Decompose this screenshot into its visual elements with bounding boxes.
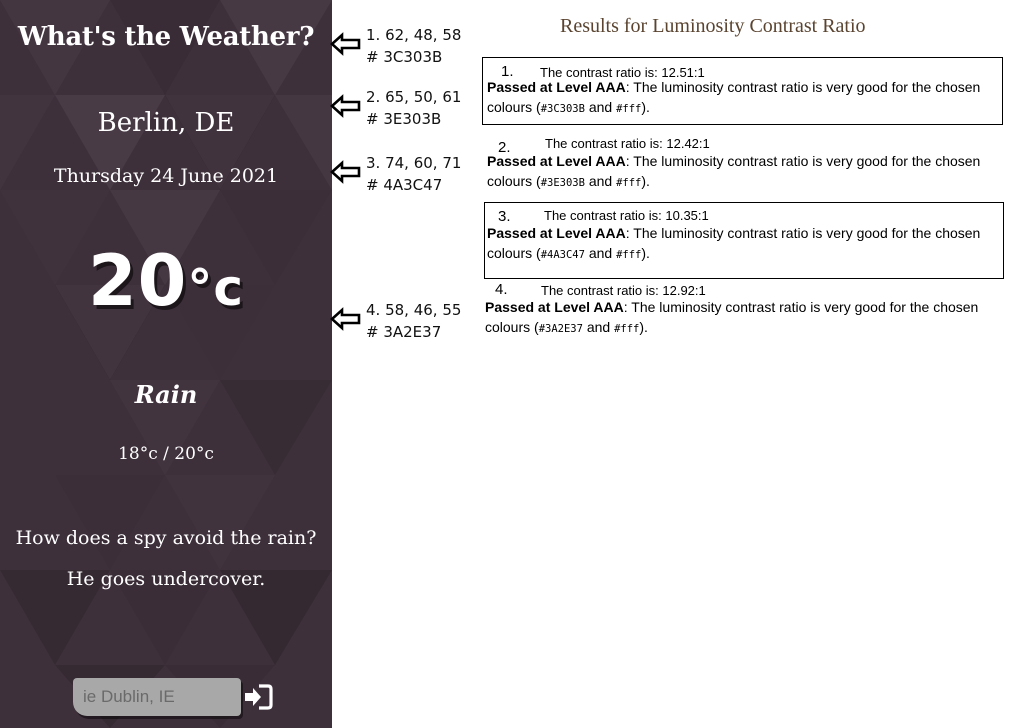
results-title: Results for Luminosity Contrast Ratio — [560, 15, 866, 37]
weather-condition: Rain — [134, 380, 198, 409]
temperature-display: 20°c — [0, 240, 332, 322]
background-code: #3A2E37 — [538, 323, 583, 335]
left-arrow-icon — [330, 94, 361, 118]
contrast-ratio: The contrast ratio is: 12.42:1 — [545, 136, 710, 151]
swatch-hex: # 3C303B — [366, 48, 443, 66]
temperature-value: 20 — [87, 240, 188, 322]
swatch-hex: # 4A3C47 — [366, 176, 443, 194]
swatch-hex: # 3E303B — [366, 110, 442, 128]
result-item-2: 2. The contrast ratio is: 12.42:1 Passed… — [482, 133, 1003, 195]
left-arrow-icon — [330, 307, 361, 331]
left-arrow-icon — [330, 160, 361, 184]
passed-label: Passed at Level AAA — [487, 225, 626, 241]
left-arrow-icon — [330, 32, 361, 56]
current-date: Thursday 24 June 2021 — [53, 165, 279, 187]
passed-label: Passed at Level AAA — [487, 79, 626, 95]
swatch-rgb: 1. 62, 48, 58 — [366, 26, 462, 44]
swatch-rgb: 3. 74, 60, 71 — [366, 154, 462, 172]
city-search-form — [73, 678, 273, 716]
foreground-code: #fff — [614, 323, 640, 335]
sign-in-icon[interactable] — [243, 683, 273, 711]
result-message: Passed at Level AAA: The luminosity cont… — [485, 299, 979, 335]
passed-label: Passed at Level AAA — [487, 153, 626, 169]
contrast-ratio: The contrast ratio is: 12.92:1 — [541, 283, 706, 298]
passed-label: Passed at Level AAA — [485, 299, 624, 315]
city-search-input[interactable] — [73, 678, 241, 716]
foreground-code: #fff — [616, 177, 642, 189]
swatch-rgb: 4. 58, 46, 55 — [366, 301, 462, 319]
result-message: Passed at Level AAA: The luminosity cont… — [487, 79, 981, 115]
city-name: Berlin, DE — [97, 108, 235, 138]
result-number: 4. — [495, 281, 508, 298]
swatch-rgb: 2. 65, 50, 61 — [366, 88, 462, 106]
background-code: #3C303B — [540, 103, 585, 115]
contrast-ratio: The contrast ratio is: 10.35:1 — [544, 208, 709, 223]
result-item-4: 4. The contrast ratio is: 12.92:1 Passed… — [482, 280, 1003, 340]
app-title: What's the Weather? — [17, 22, 315, 52]
swatch-hex: # 3A2E37 — [366, 323, 442, 341]
result-item-3: 3. The contrast ratio is: 10.35:1 Passed… — [484, 202, 1004, 279]
result-item-1: 1. The contrast ratio is: 12.51:1 Passed… — [482, 57, 1003, 125]
background-code: #4A3C47 — [540, 249, 585, 261]
foreground-code: #fff — [616, 249, 642, 261]
temperature-unit: °c — [187, 259, 245, 317]
result-message: Passed at Level AAA: The luminosity cont… — [487, 153, 981, 189]
background-code: #3E303B — [540, 177, 585, 189]
result-message: Passed at Level AAA: The luminosity cont… — [487, 225, 981, 261]
foreground-code: #fff — [616, 103, 642, 115]
weather-app-panel: What's the Weather? Berlin, DE Thursday … — [0, 0, 332, 728]
min-max-temperature: 18°c / 20°c — [118, 444, 214, 464]
weather-joke: How does a spy avoid the rain? He goes u… — [15, 527, 317, 590]
